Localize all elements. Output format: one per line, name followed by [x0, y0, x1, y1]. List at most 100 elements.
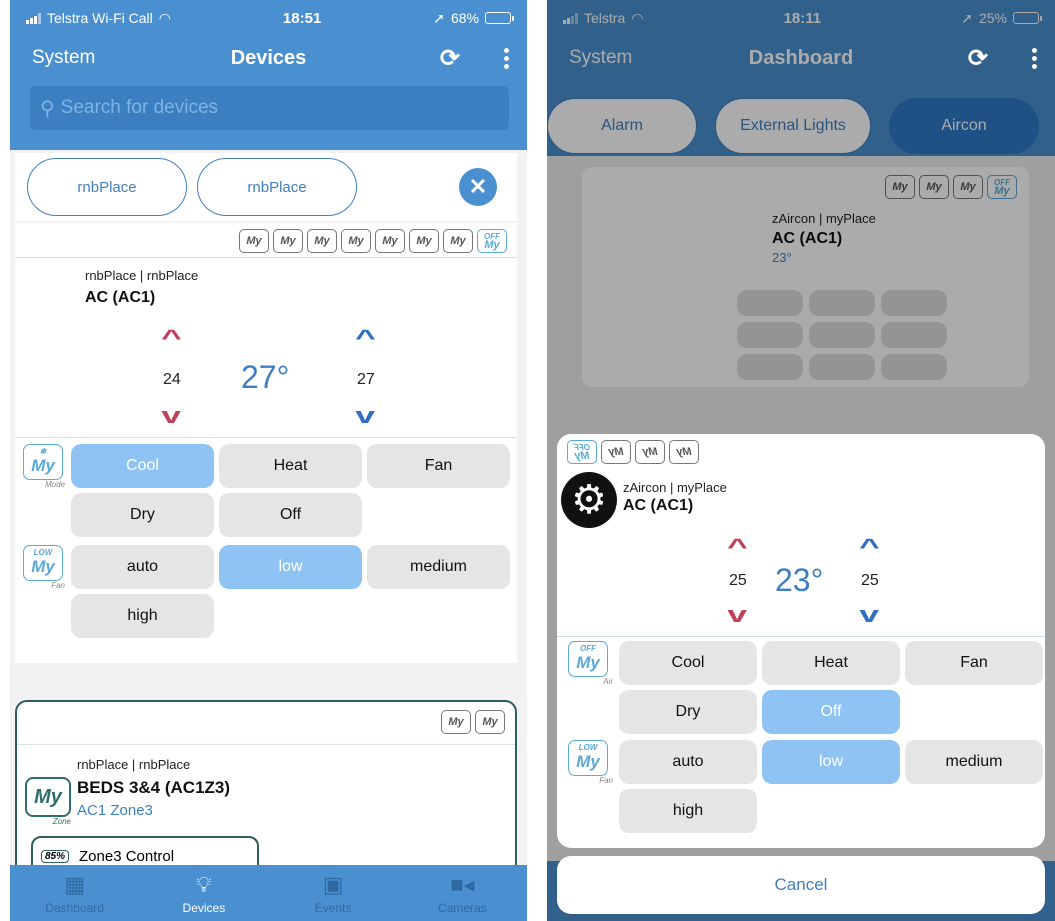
battery-percent: 68%	[450, 10, 479, 26]
myair-off-icon[interactable]: OFF My	[477, 229, 507, 253]
tab-label: Cameras	[438, 901, 487, 915]
tab-events[interactable]: ▣ Events	[269, 865, 398, 921]
fan-medium-button[interactable]: medium	[367, 545, 510, 589]
mode-cool-button[interactable]: Cool	[71, 444, 214, 488]
mode-off-button[interactable]: Off	[219, 493, 362, 537]
myinfo-icon[interactable]: My	[601, 440, 631, 464]
calendar-icon: ▣	[322, 872, 344, 897]
heat-up-icon[interactable]: ^	[161, 327, 182, 349]
more-menu-icon[interactable]	[1032, 47, 1037, 69]
mode-fan-button[interactable]: Fan	[367, 444, 510, 488]
fan-high-button[interactable]: high	[619, 789, 757, 833]
mode-badge-label: My	[576, 653, 600, 672]
mode-options: Cool Heat Fan Dry Off	[71, 444, 510, 537]
device-location: rnbPlace | rnbPlace	[85, 268, 199, 283]
myinfo-icon[interactable]: My	[443, 229, 473, 253]
wifi-icon: ◠	[158, 9, 171, 26]
clock: 18:51	[282, 9, 322, 27]
cool-setpoint: 27	[357, 371, 375, 388]
fan-section: LOW My Fan auto low medium high	[557, 740, 1045, 833]
cool-down-icon[interactable]: v	[355, 405, 375, 427]
myair-label: My	[574, 450, 590, 462]
devices-screen: Telstra Wi-Fi Call ◠ 18:51 ➚ 68% System …	[10, 0, 527, 921]
fan-auto-button[interactable]: auto	[71, 545, 214, 589]
fan-section: LOW My Fan auto low medium high	[15, 545, 517, 638]
filter-chip[interactable]: rnbPlace	[197, 158, 357, 216]
mode-fan-button[interactable]: Fan	[905, 641, 1043, 685]
myzone-icon: My	[25, 777, 71, 817]
location-icon: ➚	[433, 9, 445, 26]
fan-badge-caption: Fan	[51, 581, 65, 590]
myinfo-icon[interactable]: My	[307, 229, 337, 253]
fan-low-button[interactable]: low	[219, 545, 362, 589]
mode-cool-button[interactable]: Cool	[619, 641, 757, 685]
zone-card[interactable]: My My My Zone rnbPlace | rnbPlace BEDS 3…	[15, 700, 517, 880]
cool-up-icon[interactable]: ^	[859, 536, 880, 558]
myinfo-icon[interactable]: My	[341, 229, 371, 253]
camera-icon: ■◂	[450, 872, 475, 897]
tab-devices[interactable]: 💡︎ Devices	[139, 865, 268, 921]
fan-low-button[interactable]: low	[762, 740, 900, 784]
mode-off-button[interactable]: Off	[762, 690, 900, 734]
temperature-control: ^ 24 v 27° ^ 27 v	[15, 307, 517, 437]
myinfo-icon[interactable]: My	[475, 710, 505, 734]
cool-up-icon[interactable]: ^	[355, 327, 376, 349]
status-bar: Telstra Wi-Fi Call ◠ 18:51 ➚ 68%	[10, 0, 527, 36]
fan-medium-button[interactable]: medium	[905, 740, 1043, 784]
settings-gear-icon[interactable]: ⚙	[561, 472, 617, 528]
myinfo-icon[interactable]: My	[409, 229, 439, 253]
fan-auto-button[interactable]: auto	[619, 740, 757, 784]
tab-dashboard[interactable]: ▦ Dashboard	[10, 865, 139, 921]
myinfo-icon[interactable]: My	[273, 229, 303, 253]
fan-badge-label: My	[576, 752, 600, 771]
current-temperature: 23°	[775, 562, 824, 598]
fan-speed-icon: LOW My	[568, 740, 608, 776]
fan-high-button[interactable]: high	[71, 594, 214, 638]
mode-heat-button[interactable]: Heat	[762, 641, 900, 685]
filter-chip[interactable]: rnbPlace	[27, 158, 187, 216]
cool-setpoint: 25	[861, 572, 879, 589]
fan-badge-top: LOW	[578, 743, 598, 752]
mode-dry-button[interactable]: Dry	[71, 493, 214, 537]
heat-up-icon[interactable]: ^	[727, 536, 748, 558]
fan-badge-top: LOW	[33, 548, 53, 557]
myinfo-icon[interactable]: My	[635, 440, 665, 464]
signal-icon	[26, 12, 41, 24]
cool-down-icon[interactable]: v	[859, 604, 879, 626]
tab-label: Events	[314, 901, 352, 915]
cancel-button[interactable]: Cancel	[557, 856, 1045, 914]
mode-options: Cool Heat Fan Dry Off	[619, 641, 1043, 734]
fan-badge-caption: Fan	[599, 776, 613, 785]
mode-section: OFF My Air Cool Heat Fan Dry Off	[557, 641, 1045, 734]
fan-options: auto low medium high	[619, 740, 1043, 833]
refresh-icon[interactable]: ⟳	[440, 44, 460, 73]
mode-badge-caption: Mode	[44, 480, 65, 489]
myair-off-badge: OFF My	[568, 641, 608, 677]
mode-section: ❄ My Mode Cool Heat Fan Dry Off	[15, 444, 517, 537]
clear-filter-icon[interactable]: ✕	[459, 168, 497, 206]
myinfo-icon[interactable]: My	[239, 229, 269, 253]
system-back-button[interactable]: System	[32, 47, 95, 69]
zone-control-label[interactable]: Zone3 Control	[79, 848, 174, 865]
tab-cameras[interactable]: ■◂ Cameras	[398, 865, 527, 921]
heat-setpoint: 25	[729, 572, 747, 589]
my-icons-row: My My My My My My My OFF My	[15, 223, 517, 258]
heat-down-icon[interactable]: v	[727, 604, 747, 626]
refresh-icon[interactable]: ⟳	[968, 44, 988, 73]
sheet-device-location: zAircon | myPlace	[623, 480, 727, 495]
tab-label: Dashboard	[45, 901, 104, 915]
more-menu-icon[interactable]	[504, 47, 509, 69]
mode-dry-button[interactable]: Dry	[619, 690, 757, 734]
tab-bar: ▦ Dashboard 💡︎ Devices ▣ Events ■◂ Cameras	[10, 865, 527, 921]
myinfo-icon[interactable]: My	[441, 710, 471, 734]
heat-down-icon[interactable]: v	[161, 405, 181, 427]
mode-heat-button[interactable]: Heat	[219, 444, 362, 488]
lightbulb-icon: 💡︎	[196, 872, 212, 897]
zone-my-icons: My My	[17, 702, 515, 745]
myinfo-icon[interactable]: My	[669, 440, 699, 464]
dashboard-screen: Telstra ◠ 18:11 ➚ 25% System Dashboard ⟳…	[547, 0, 1055, 921]
nav-bar: System Devices ⟳	[10, 36, 527, 80]
myair-off-icon[interactable]: OFF My	[567, 440, 597, 464]
search-input[interactable]: ⚲ Search for devices	[30, 86, 509, 130]
myinfo-icon[interactable]: My	[375, 229, 405, 253]
